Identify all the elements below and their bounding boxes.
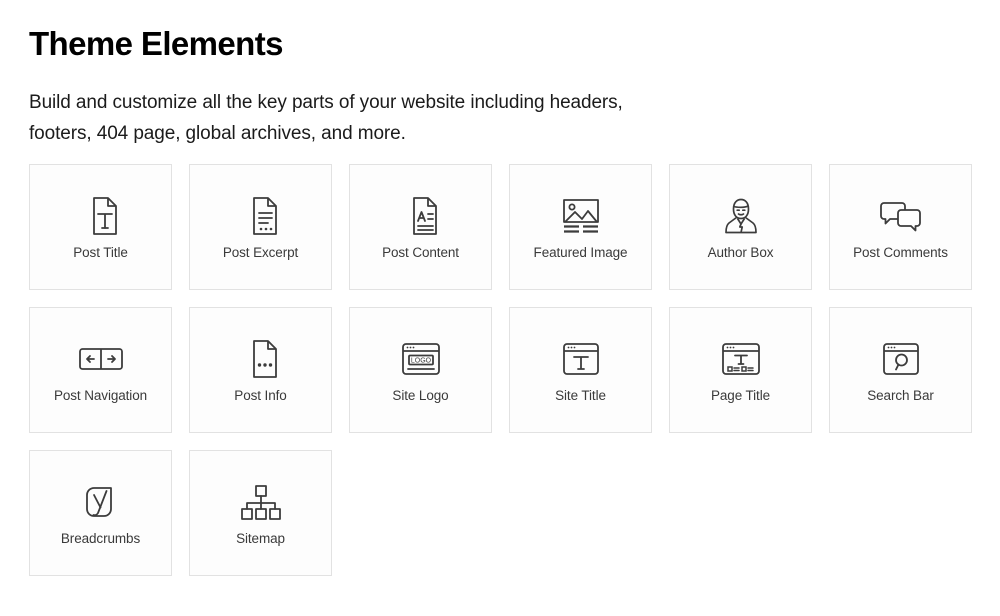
element-card-featured-image[interactable]: Featured Image (509, 163, 652, 290)
element-card-search-bar[interactable]: Search Bar (829, 306, 972, 433)
theme-elements-grid: Post Title Post Excerpt Post Content Fea… (29, 163, 976, 576)
element-card-site-title[interactable]: Site Title (509, 306, 652, 433)
browser-page-title-icon (720, 336, 762, 382)
element-card-label: Breadcrumbs (60, 530, 141, 546)
document-content-icon (404, 193, 438, 239)
element-card-post-comments[interactable]: Post Comments (829, 163, 972, 290)
element-card-label: Featured Image (533, 244, 628, 260)
element-card-label: Post Content (382, 244, 459, 260)
author-person-icon (721, 193, 761, 239)
sitemap-tree-icon (240, 479, 282, 525)
element-card-label: Site Title (555, 387, 606, 403)
element-card-sitemap[interactable]: Sitemap (189, 449, 332, 576)
browser-title-icon (561, 336, 601, 382)
element-card-label: Page Title (710, 387, 771, 403)
element-card-post-content[interactable]: Post Content (349, 163, 492, 290)
element-card-label: Sitemap (236, 530, 285, 546)
element-card-post-excerpt[interactable]: Post Excerpt (189, 163, 332, 290)
element-card-author-box[interactable]: Author Box (669, 163, 812, 290)
element-card-label: Post Title (73, 244, 128, 260)
element-card-breadcrumbs[interactable]: Breadcrumbs (29, 449, 172, 576)
element-card-label: Search Bar (867, 387, 934, 403)
page-description: Build and customize all the key parts of… (29, 92, 623, 145)
speech-bubbles-icon (879, 193, 923, 239)
document-title-icon (84, 193, 118, 239)
browser-logo-icon: LOGO (400, 336, 442, 382)
document-excerpt-icon (244, 193, 278, 239)
element-card-label: Author Box (707, 244, 774, 260)
page-title: Theme Elements (29, 25, 283, 62)
svg-text:LOGO: LOGO (410, 357, 431, 364)
yoast-breadcrumbs-icon (81, 479, 121, 525)
element-card-label: Post Info (234, 387, 287, 403)
element-card-page-title[interactable]: Page Title (669, 306, 812, 433)
element-card-site-logo[interactable]: LOGO Site Logo (349, 306, 492, 433)
element-card-post-title[interactable]: Post Title (29, 163, 172, 290)
element-card-post-navigation[interactable]: Post Navigation (29, 306, 172, 433)
left-right-arrows-icon (78, 336, 124, 382)
element-card-label: Post Navigation (53, 387, 148, 403)
image-icon (560, 193, 602, 239)
browser-search-icon (881, 336, 921, 382)
element-card-label: Site Logo (392, 387, 449, 403)
element-card-label: Post Comments (853, 244, 948, 260)
theme-elements-page: Theme Elements Build and customize all t… (0, 0, 1000, 576)
element-card-post-info[interactable]: Post Info (189, 306, 332, 433)
element-card-label: Post Excerpt (222, 244, 299, 260)
document-dots-icon (244, 336, 278, 382)
